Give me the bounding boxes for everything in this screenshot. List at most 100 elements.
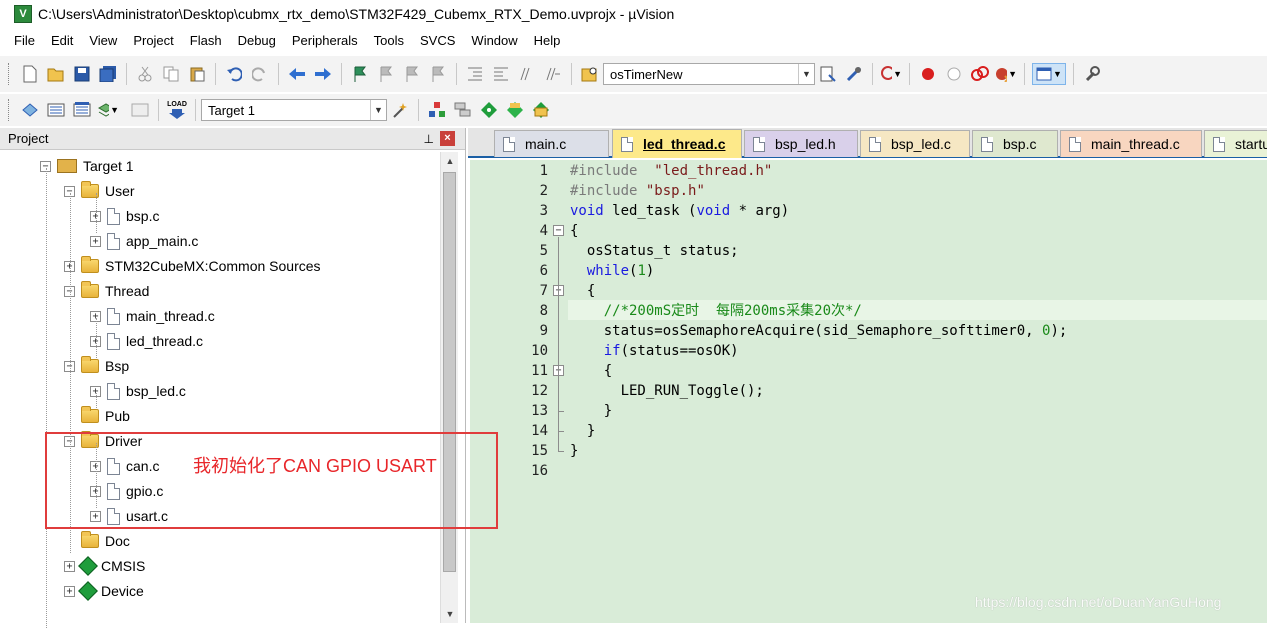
expand-icon[interactable]: + [90,235,101,247]
batch-build-icon[interactable]: ▼ [97,99,119,121]
tree-item-label[interactable]: led_thread.c [126,333,203,349]
software-packs-icon[interactable] [530,99,552,121]
build-icon[interactable] [45,99,67,121]
menu-tools[interactable]: Tools [366,30,412,52]
code-line[interactable]: LED_RUN_Toggle(); [570,381,764,401]
menu-help[interactable]: Help [526,30,569,52]
code-line[interactable]: } [570,401,612,421]
toolbar-grip[interactable] [8,99,11,121]
tree-item[interactable]: + STM32CubeMX:Common Sources [64,255,321,277]
cut-icon[interactable] [134,63,156,85]
scroll-up-icon[interactable]: ▲ [441,152,459,170]
code-line[interactable]: #include "led_thread.h" [570,161,772,181]
menu-edit[interactable]: Edit [43,30,81,52]
tree-item[interactable]: + bsp.c [90,205,159,227]
tree-item-label[interactable]: Target 1 [83,158,134,174]
tree-item[interactable]: − User [64,180,135,202]
tree-item[interactable]: + main_thread.c [90,305,215,327]
tab-main-c[interactable]: main.c [494,130,609,157]
code-line[interactable]: //*200mS定时 每隔200ms采集20次*/ [570,301,862,321]
tab-bsp-led-h[interactable]: bsp_led.h [744,130,858,157]
tab-label[interactable]: bsp.c [1003,136,1036,152]
tree-item[interactable]: + app_main.c [90,230,198,252]
tree-item-label[interactable]: STM32CubeMX:Common Sources [105,258,321,274]
tree-item-label[interactable]: Doc [105,533,130,549]
tab-label[interactable]: main.c [525,136,566,152]
new-file-icon[interactable] [19,63,41,85]
tree-item-label[interactable]: Device [101,583,144,599]
tab-bsp-c[interactable]: bsp.c [972,130,1058,157]
tab-label[interactable]: bsp_led.c [891,136,951,152]
paste-icon[interactable] [186,63,208,85]
find-combo[interactable]: osTimerNew ▼ [603,63,815,85]
pin-icon[interactable]: ⊥ [424,132,434,146]
comment-icon[interactable] [516,63,538,85]
kill-breakpoints-icon[interactable] [969,63,991,85]
code-line[interactable]: } [570,421,595,441]
manage-project-items-icon[interactable] [426,99,448,121]
chevron-down-icon[interactable]: ▼ [370,100,386,120]
prev-bookmark-icon[interactable] [375,63,397,85]
tab-main-thread-c[interactable]: main_thread.c [1060,130,1202,157]
tab-label[interactable]: bsp_led.h [775,136,836,152]
chevron-down-icon[interactable]: ▼ [1008,69,1017,79]
stop-build-icon[interactable] [129,99,151,121]
tab-label[interactable]: startup_ [1235,136,1267,152]
tree-item[interactable]: − Target 1 [40,155,134,177]
pack-installer-icon[interactable] [504,99,526,121]
configure-icon[interactable] [1081,63,1103,85]
clear-bookmarks-icon[interactable] [427,63,449,85]
tree-item[interactable]: + CMSIS [64,555,145,577]
copy-icon[interactable] [160,63,182,85]
translate-icon[interactable] [19,99,41,121]
tab-label[interactable]: main_thread.c [1091,136,1180,152]
tree-item[interactable]: + led_thread.c [90,330,203,352]
find-combo-value[interactable]: osTimerNew [604,67,798,82]
menu-window[interactable]: Window [463,30,525,52]
select-packs-icon[interactable] [452,99,474,121]
redo-icon[interactable] [249,63,271,85]
unindent-icon[interactable] [490,63,512,85]
code-line[interactable]: void led_task (void * arg) [570,201,789,221]
project-tree-scrollbar[interactable]: ▲ ▼ [440,152,458,623]
tree-item[interactable]: + bsp_led.c [90,380,186,402]
disable-breakpoint-icon[interactable] [943,63,965,85]
code-line[interactable]: #include "bsp.h" [570,181,705,201]
options-for-target-icon[interactable] [389,99,411,121]
tree-item[interactable]: − Thread [64,280,149,302]
indent-icon[interactable] [464,63,486,85]
tree-item-label[interactable]: Thread [105,283,149,299]
open-file-icon[interactable] [45,63,67,85]
menu-project[interactable]: Project [125,30,181,52]
undo-icon[interactable] [223,63,245,85]
code-line[interactable]: { [570,281,595,301]
save-icon[interactable] [71,63,93,85]
menu-view[interactable]: View [81,30,125,52]
chevron-down-icon[interactable]: ▼ [110,105,119,115]
chevron-down-icon[interactable]: ▼ [1053,69,1062,79]
code-line[interactable]: { [570,221,578,241]
uncomment-icon[interactable] [542,63,564,85]
nav-back-icon[interactable] [286,63,308,85]
chevron-down-icon[interactable]: ▼ [893,69,902,79]
code-line[interactable]: if(status==osOK) [570,341,739,361]
find-in-files-icon[interactable] [579,63,601,85]
manage-rte-icon[interactable] [478,99,500,121]
tab-bsp-led-c[interactable]: bsp_led.c [860,130,970,157]
expand-icon[interactable]: + [64,560,75,572]
disable-all-breakpoints-icon[interactable]: ▼ [995,63,1017,85]
target-select[interactable]: Target 1 ▼ [201,99,387,121]
tree-item[interactable]: Doc [64,530,130,552]
download-load-icon[interactable]: LOAD [166,99,188,121]
close-icon[interactable]: × [440,131,455,146]
fold-collapse-icon[interactable]: − [553,225,564,236]
menu-debug[interactable]: Debug [230,30,284,52]
chevron-down-icon[interactable]: ▼ [798,64,814,84]
tree-item-label[interactable]: main_thread.c [126,308,215,324]
replace-icon[interactable] [843,63,865,85]
tree-item-label[interactable]: app_main.c [126,233,198,249]
tree-item-label[interactable]: Bsp [105,358,129,374]
save-all-icon[interactable] [97,63,119,85]
scroll-down-icon[interactable]: ▼ [441,605,459,623]
tree-item[interactable]: Pub [64,405,130,427]
